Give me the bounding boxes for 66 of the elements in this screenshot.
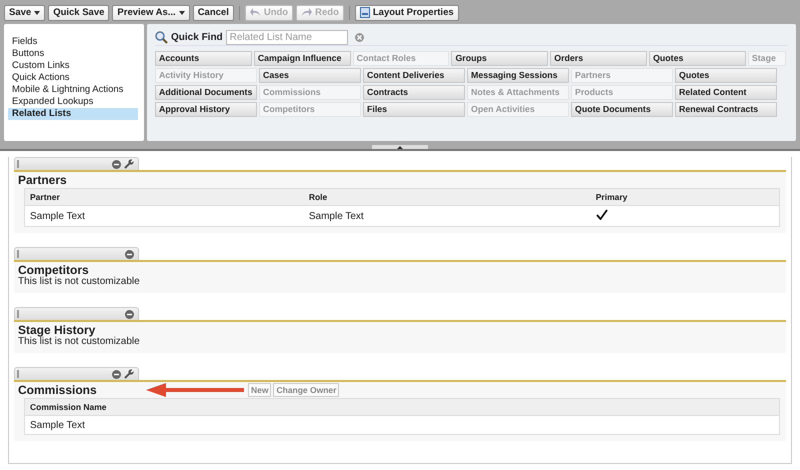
palette-item[interactable]: Additional Documents (155, 85, 257, 100)
toolbar-button[interactable]: Layout Properties (354, 4, 459, 20)
quick-find-field[interactable]: Related List Name (226, 30, 348, 44)
section-tab[interactable] (14, 247, 139, 260)
palette-item[interactable]: Accounts (155, 51, 252, 66)
splitter-handle[interactable] (372, 145, 428, 149)
properties-icon (360, 7, 370, 18)
column-header: Primary (590, 188, 780, 206)
sidebar-item[interactable]: Expanded Lookups (8, 96, 138, 108)
sidebar-item[interactable]: Related Lists (8, 108, 138, 120)
palette-item[interactable]: Messaging Sessions (467, 68, 569, 83)
section-tab[interactable] (14, 367, 139, 380)
remove-icon[interactable] (112, 370, 121, 378)
quick-find-label: Quick Find (171, 32, 223, 42)
column-header: Role (304, 188, 591, 206)
table-cell: Sample Text (24, 206, 304, 226)
caret-icon (34, 10, 40, 14)
palette-item[interactable]: Quote Documents (571, 102, 673, 117)
sidebar-item[interactable]: Custom Links (8, 60, 138, 72)
remove-icon[interactable] (112, 160, 121, 168)
remove-icon[interactable] (125, 250, 134, 258)
sidebar-item[interactable]: Buttons (8, 48, 138, 60)
search-icon (155, 30, 168, 44)
column-header: Partner (24, 188, 304, 206)
palette-item[interactable]: Groups (451, 51, 548, 66)
section-tab[interactable] (14, 307, 139, 320)
drag-handle[interactable] (17, 160, 19, 168)
redo-icon (301, 8, 312, 17)
palette-item[interactable]: Orders (550, 51, 648, 66)
wrench-icon[interactable] (124, 369, 134, 379)
section-title: Partners (18, 172, 67, 186)
table-cell: Sample Text (304, 206, 591, 226)
toolbar-button[interactable]: Cancel (192, 4, 234, 20)
remove-icon[interactable] (125, 310, 134, 318)
clear-icon[interactable] (354, 32, 364, 42)
section-title: Stage History (18, 322, 96, 336)
section-title: Commissions (18, 382, 97, 396)
toolbar-button[interactable]: Quick Save (48, 4, 110, 20)
palette-item[interactable]: Renewal Contracts (675, 102, 777, 117)
section-tab[interactable] (14, 157, 139, 170)
section-note: This list is not customizable (18, 276, 141, 287)
sidebar-item[interactable]: Quick Actions (8, 72, 138, 84)
drag-handle[interactable] (17, 310, 19, 318)
sidebar-item[interactable]: Fields (8, 36, 138, 48)
table-cell: Sample Text (24, 416, 780, 434)
palette-item[interactable]: Approval History (155, 102, 257, 117)
section-note: This list is not customizable (18, 336, 141, 347)
column-header: Commission Name (24, 398, 780, 416)
palette-item[interactable]: Content Deliveries (363, 68, 465, 83)
palette-item[interactable]: Related Content (675, 85, 777, 100)
palette-item[interactable]: Quotes (675, 68, 777, 83)
collapse-icon (397, 146, 403, 148)
toolbar-button[interactable]: Preview As... (112, 4, 190, 20)
palette-item[interactable]: Files (363, 102, 465, 117)
palette-item[interactable]: Quotes (649, 51, 746, 66)
caret-icon (178, 10, 185, 14)
palette-item[interactable]: Cases (259, 68, 361, 83)
wrench-icon[interactable] (124, 159, 134, 169)
toolbar-button[interactable]: Save (4, 4, 46, 20)
sidebar-item[interactable]: Mobile & Lightning Actions (8, 84, 138, 96)
undo-icon (250, 8, 261, 17)
drag-handle[interactable] (17, 250, 19, 258)
section-title: Competitors (18, 262, 89, 276)
palette-item[interactable]: Campaign Influence (254, 51, 351, 66)
drag-handle[interactable] (17, 370, 19, 378)
palette-item[interactable]: Contracts (363, 85, 465, 100)
